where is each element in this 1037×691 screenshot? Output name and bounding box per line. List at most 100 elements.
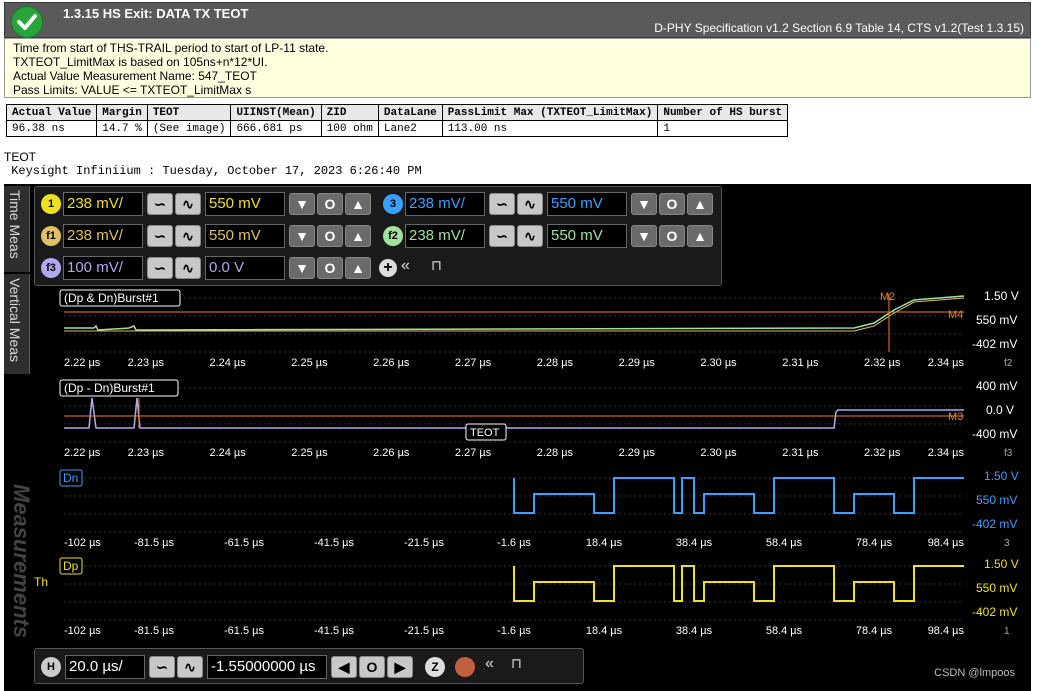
channel-3-badge[interactable]: 3 bbox=[383, 194, 403, 214]
chevron-up-icon[interactable]: ▲ bbox=[687, 193, 713, 215]
chevron-down-icon[interactable]: ▼ bbox=[289, 193, 315, 215]
tick-label: 2.30 µs bbox=[700, 357, 737, 369]
chevron-up-icon[interactable]: ▲ bbox=[345, 225, 371, 247]
f1-scale[interactable]: 238 mV/ bbox=[63, 224, 143, 248]
wave-down-icon[interactable]: ∽ bbox=[147, 257, 173, 279]
channel-badge[interactable]: f3 bbox=[1004, 448, 1013, 459]
tick-label: 2.32 µs bbox=[864, 357, 901, 369]
tick-label: -81.5 µs bbox=[134, 537, 174, 549]
function-f2-badge[interactable]: f2 bbox=[383, 226, 403, 246]
function-f1-badge[interactable]: f1 bbox=[41, 226, 61, 246]
channel-badge[interactable]: 3 bbox=[1004, 538, 1010, 549]
pin-icon[interactable]: ⊓ bbox=[431, 257, 442, 274]
f3-offset[interactable]: 0.0 V bbox=[205, 256, 285, 280]
wave-up-icon[interactable]: ∿ bbox=[517, 225, 543, 247]
tick-label: 2.31 µs bbox=[782, 447, 819, 459]
wave-down-icon[interactable]: ∽ bbox=[489, 225, 515, 247]
tick-label: 2.24 µs bbox=[209, 357, 246, 369]
zero-icon[interactable]: O bbox=[317, 225, 343, 247]
measurements-tab-label[interactable]: Measurements bbox=[8, 484, 34, 638]
channel-1-badge[interactable]: 1 bbox=[41, 194, 61, 214]
wave-down-icon[interactable]: ∽ bbox=[147, 193, 173, 215]
chevron-left-icon[interactable]: ◀ bbox=[331, 656, 357, 678]
wave-up-icon[interactable]: ∿ bbox=[517, 193, 543, 215]
ch3-offset[interactable]: 550 mV bbox=[547, 192, 627, 216]
marker-label: M3 bbox=[948, 411, 963, 423]
f2-offset[interactable]: 550 mV bbox=[547, 224, 627, 248]
tick-label: 2.25 µs bbox=[291, 357, 328, 369]
timebase-position[interactable]: -1.55000000 µs bbox=[207, 655, 327, 679]
waveform-plot-dp-dn[interactable]: (Dp & Dn)Burst#1 M2 M4 1.50 V 550 mV -40… bbox=[34, 288, 1031, 378]
record-icon[interactable] bbox=[455, 657, 475, 677]
ch3-scale[interactable]: 238 mV/ bbox=[405, 192, 485, 216]
collapse-icon[interactable]: « bbox=[401, 257, 410, 275]
ch1-scale[interactable]: 238 mV/ bbox=[63, 192, 143, 216]
tick-label: 2.29 µs bbox=[619, 357, 656, 369]
f2-scale[interactable]: 238 mV/ bbox=[405, 224, 485, 248]
wave-up-icon[interactable]: ∿ bbox=[177, 656, 203, 678]
chevron-right-icon[interactable]: ▶ bbox=[387, 656, 413, 678]
results-table: Actual Value Margin TEOT UIINST(Mean) ZI… bbox=[5, 104, 789, 137]
function-f3-badge[interactable]: f3 bbox=[41, 258, 61, 278]
chevron-up-icon[interactable]: ▲ bbox=[345, 257, 371, 279]
f3-scale[interactable]: 100 mV/ bbox=[63, 256, 143, 280]
tick-label: 58.4 µs bbox=[766, 537, 803, 549]
channel-badge[interactable]: 1 bbox=[1004, 626, 1010, 637]
ch1-offset[interactable]: 550 mV bbox=[205, 192, 285, 216]
tick-label: 2.27 µs bbox=[455, 357, 492, 369]
zoom-icon[interactable]: Z bbox=[425, 657, 445, 677]
tick-label: 2.25 µs bbox=[291, 447, 328, 459]
waveform-plot-dp[interactable]: Dp Th 1.50 V 550 mV -402 mV -102 µs -81.5… bbox=[34, 556, 1031, 644]
wave-down-icon[interactable]: ∽ bbox=[489, 193, 515, 215]
tick-label: 2.22 µs bbox=[64, 357, 101, 369]
tab-vertical-meas[interactable]: Vertical Meas bbox=[4, 274, 30, 374]
chevron-down-icon[interactable]: ▼ bbox=[631, 193, 657, 215]
tab-time-meas[interactable]: Time Meas bbox=[4, 186, 30, 272]
axis-label-right: -400 mV bbox=[972, 427, 1017, 441]
chevron-up-icon[interactable]: ▲ bbox=[687, 225, 713, 247]
tick-label: 2.24 µs bbox=[209, 447, 246, 459]
tick-label: 2.30 µs bbox=[700, 447, 737, 459]
axis-label-right: -402 mV bbox=[972, 517, 1017, 531]
test-header: 1.3.15 HS Exit: DATA TX TEOT D-PHY Speci… bbox=[4, 2, 1031, 38]
collapse-icon[interactable]: « bbox=[485, 655, 494, 673]
column-header: PassLimit Max (TXTEOT_LimitMax) bbox=[441, 104, 659, 121]
horizontal-badge[interactable]: H bbox=[41, 657, 61, 677]
axis-label-right: 400 mV bbox=[976, 379, 1017, 393]
zero-icon[interactable]: O bbox=[659, 193, 685, 215]
waveform-plot-dn[interactable]: Dn 1.50 V 550 mV -402 mV -102 µs -81.5 µs… bbox=[34, 468, 1031, 556]
pin-icon[interactable]: ⊓ bbox=[511, 655, 522, 672]
wave-up-icon[interactable]: ∿ bbox=[175, 257, 201, 279]
zero-icon[interactable]: O bbox=[317, 193, 343, 215]
chevron-down-icon[interactable]: ▼ bbox=[289, 257, 315, 279]
marker-label: M2 bbox=[880, 291, 895, 303]
zero-icon[interactable]: O bbox=[317, 257, 343, 279]
scope-display: Time Meas Vertical Meas Measurements 1 2… bbox=[4, 184, 1031, 691]
wave-down-icon[interactable]: ∽ bbox=[147, 225, 173, 247]
add-icon[interactable]: + bbox=[379, 259, 397, 277]
timebase-scale[interactable]: 20.0 µs/ bbox=[65, 655, 145, 679]
tab-label: Time Meas bbox=[7, 190, 23, 259]
tick-label: 18.4 µs bbox=[586, 625, 623, 637]
zero-icon[interactable]: O bbox=[659, 225, 685, 247]
tick-label: 2.27 µs bbox=[455, 447, 492, 459]
zero-icon[interactable]: O bbox=[359, 656, 385, 678]
spec-reference: D-PHY Specification v1.2 Section 6.9 Tab… bbox=[654, 21, 1024, 35]
channel-badge[interactable]: f2 bbox=[1004, 358, 1013, 369]
axis-label-right: 550 mV bbox=[976, 313, 1017, 327]
f1-offset[interactable]: 550 mV bbox=[205, 224, 285, 248]
wave-down-icon[interactable]: ∽ bbox=[149, 656, 175, 678]
plot-label: Dp bbox=[63, 559, 79, 573]
chevron-down-icon[interactable]: ▼ bbox=[289, 225, 315, 247]
plot-svg: Dn 1.50 V 550 mV -402 mV -102 µs -81.5 µs… bbox=[59, 469, 1019, 549]
waveform-plot-dp-minus-dn[interactable]: (Dp - Dn)Burst#1 TEOT M3 400 mV 0.0 V -4… bbox=[34, 378, 1031, 468]
wave-up-icon[interactable]: ∿ bbox=[175, 193, 201, 215]
wave-up-icon[interactable]: ∿ bbox=[175, 225, 201, 247]
plot-label: Dn bbox=[63, 471, 78, 485]
chevron-up-icon[interactable]: ▲ bbox=[345, 193, 371, 215]
tick-label: -81.5 µs bbox=[134, 625, 174, 637]
chevron-down-icon[interactable]: ▼ bbox=[631, 225, 657, 247]
axis-label-right: 1.50 V bbox=[984, 557, 1019, 571]
table-cell: 666.681 ps bbox=[230, 120, 322, 137]
tick-label: 2.28 µs bbox=[537, 447, 574, 459]
